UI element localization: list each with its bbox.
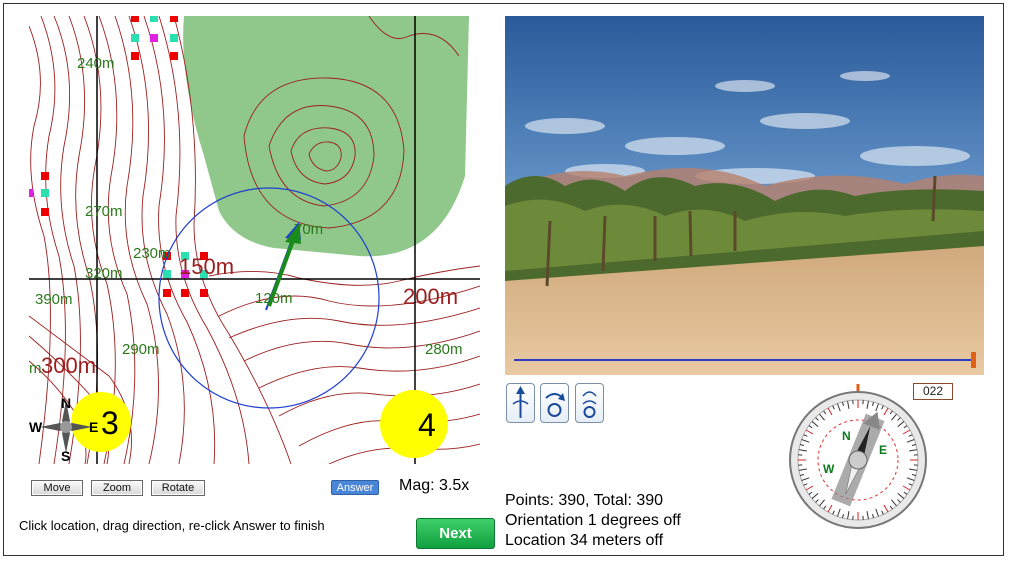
scene-view[interactable]	[505, 16, 984, 375]
rotate-button[interactable]: Rotate	[151, 480, 205, 496]
look-down-icon	[582, 391, 597, 418]
compass-e: E	[879, 443, 887, 457]
contour-label: 320m	[85, 265, 123, 282]
turn-icon	[545, 393, 565, 417]
orientation-text: Orientation 1 degrees off	[505, 512, 681, 529]
grid-marker-4	[380, 390, 448, 458]
contour-label: m	[29, 360, 42, 377]
contour-label: 300m	[41, 353, 96, 378]
answer-button[interactable]: Answer	[331, 480, 379, 495]
topo-map[interactable]: 240m 270m 230m 320m 150m 390m 70m 120m 2…	[29, 16, 480, 464]
forward-icon	[512, 386, 529, 418]
svg-text:N: N	[61, 395, 71, 411]
turn-button[interactable]	[540, 383, 569, 423]
look-button[interactable]	[575, 383, 604, 423]
svg-text:W: W	[29, 419, 43, 435]
compass-pivot	[848, 450, 868, 470]
contour-label: 270m	[85, 203, 123, 220]
svg-text:E: E	[89, 419, 98, 435]
compass-w: W	[823, 462, 835, 476]
grid-number: 3	[101, 405, 119, 441]
compass-n: N	[842, 429, 851, 443]
contour-label: 200m	[403, 284, 458, 309]
contour-label: 280m	[425, 341, 463, 358]
contour-label: 150m	[179, 254, 234, 279]
next-button[interactable]: Next	[416, 518, 495, 549]
points-text: Points: 390, Total: 390	[505, 492, 664, 509]
map-canvas[interactable]: 240m 270m 230m 320m 150m 390m 70m 120m 2…	[29, 16, 480, 464]
compass[interactable]: N E W	[785, 384, 931, 535]
instructions-text: Click location, drag direction, re-click…	[19, 518, 325, 533]
move-button[interactable]: Move	[31, 480, 83, 496]
results-panel: Points: 390, Total: 390 Orientation 1 de…	[505, 491, 681, 551]
move-forward-button[interactable]	[506, 383, 535, 423]
contour-label: 290m	[122, 341, 160, 358]
svg-text:S: S	[61, 448, 70, 464]
contour-label: 240m	[77, 55, 115, 72]
zoom-button[interactable]: Zoom	[91, 480, 143, 496]
location-text: Location 34 meters off	[505, 532, 664, 549]
contour-label: 230m	[133, 245, 171, 262]
contour-label: 390m	[35, 291, 73, 308]
vegetation-area	[183, 16, 469, 257]
grid-number: 4	[418, 407, 436, 443]
magnification-label: Mag: 3.5x	[399, 477, 470, 494]
progress-marker[interactable]	[971, 352, 976, 368]
